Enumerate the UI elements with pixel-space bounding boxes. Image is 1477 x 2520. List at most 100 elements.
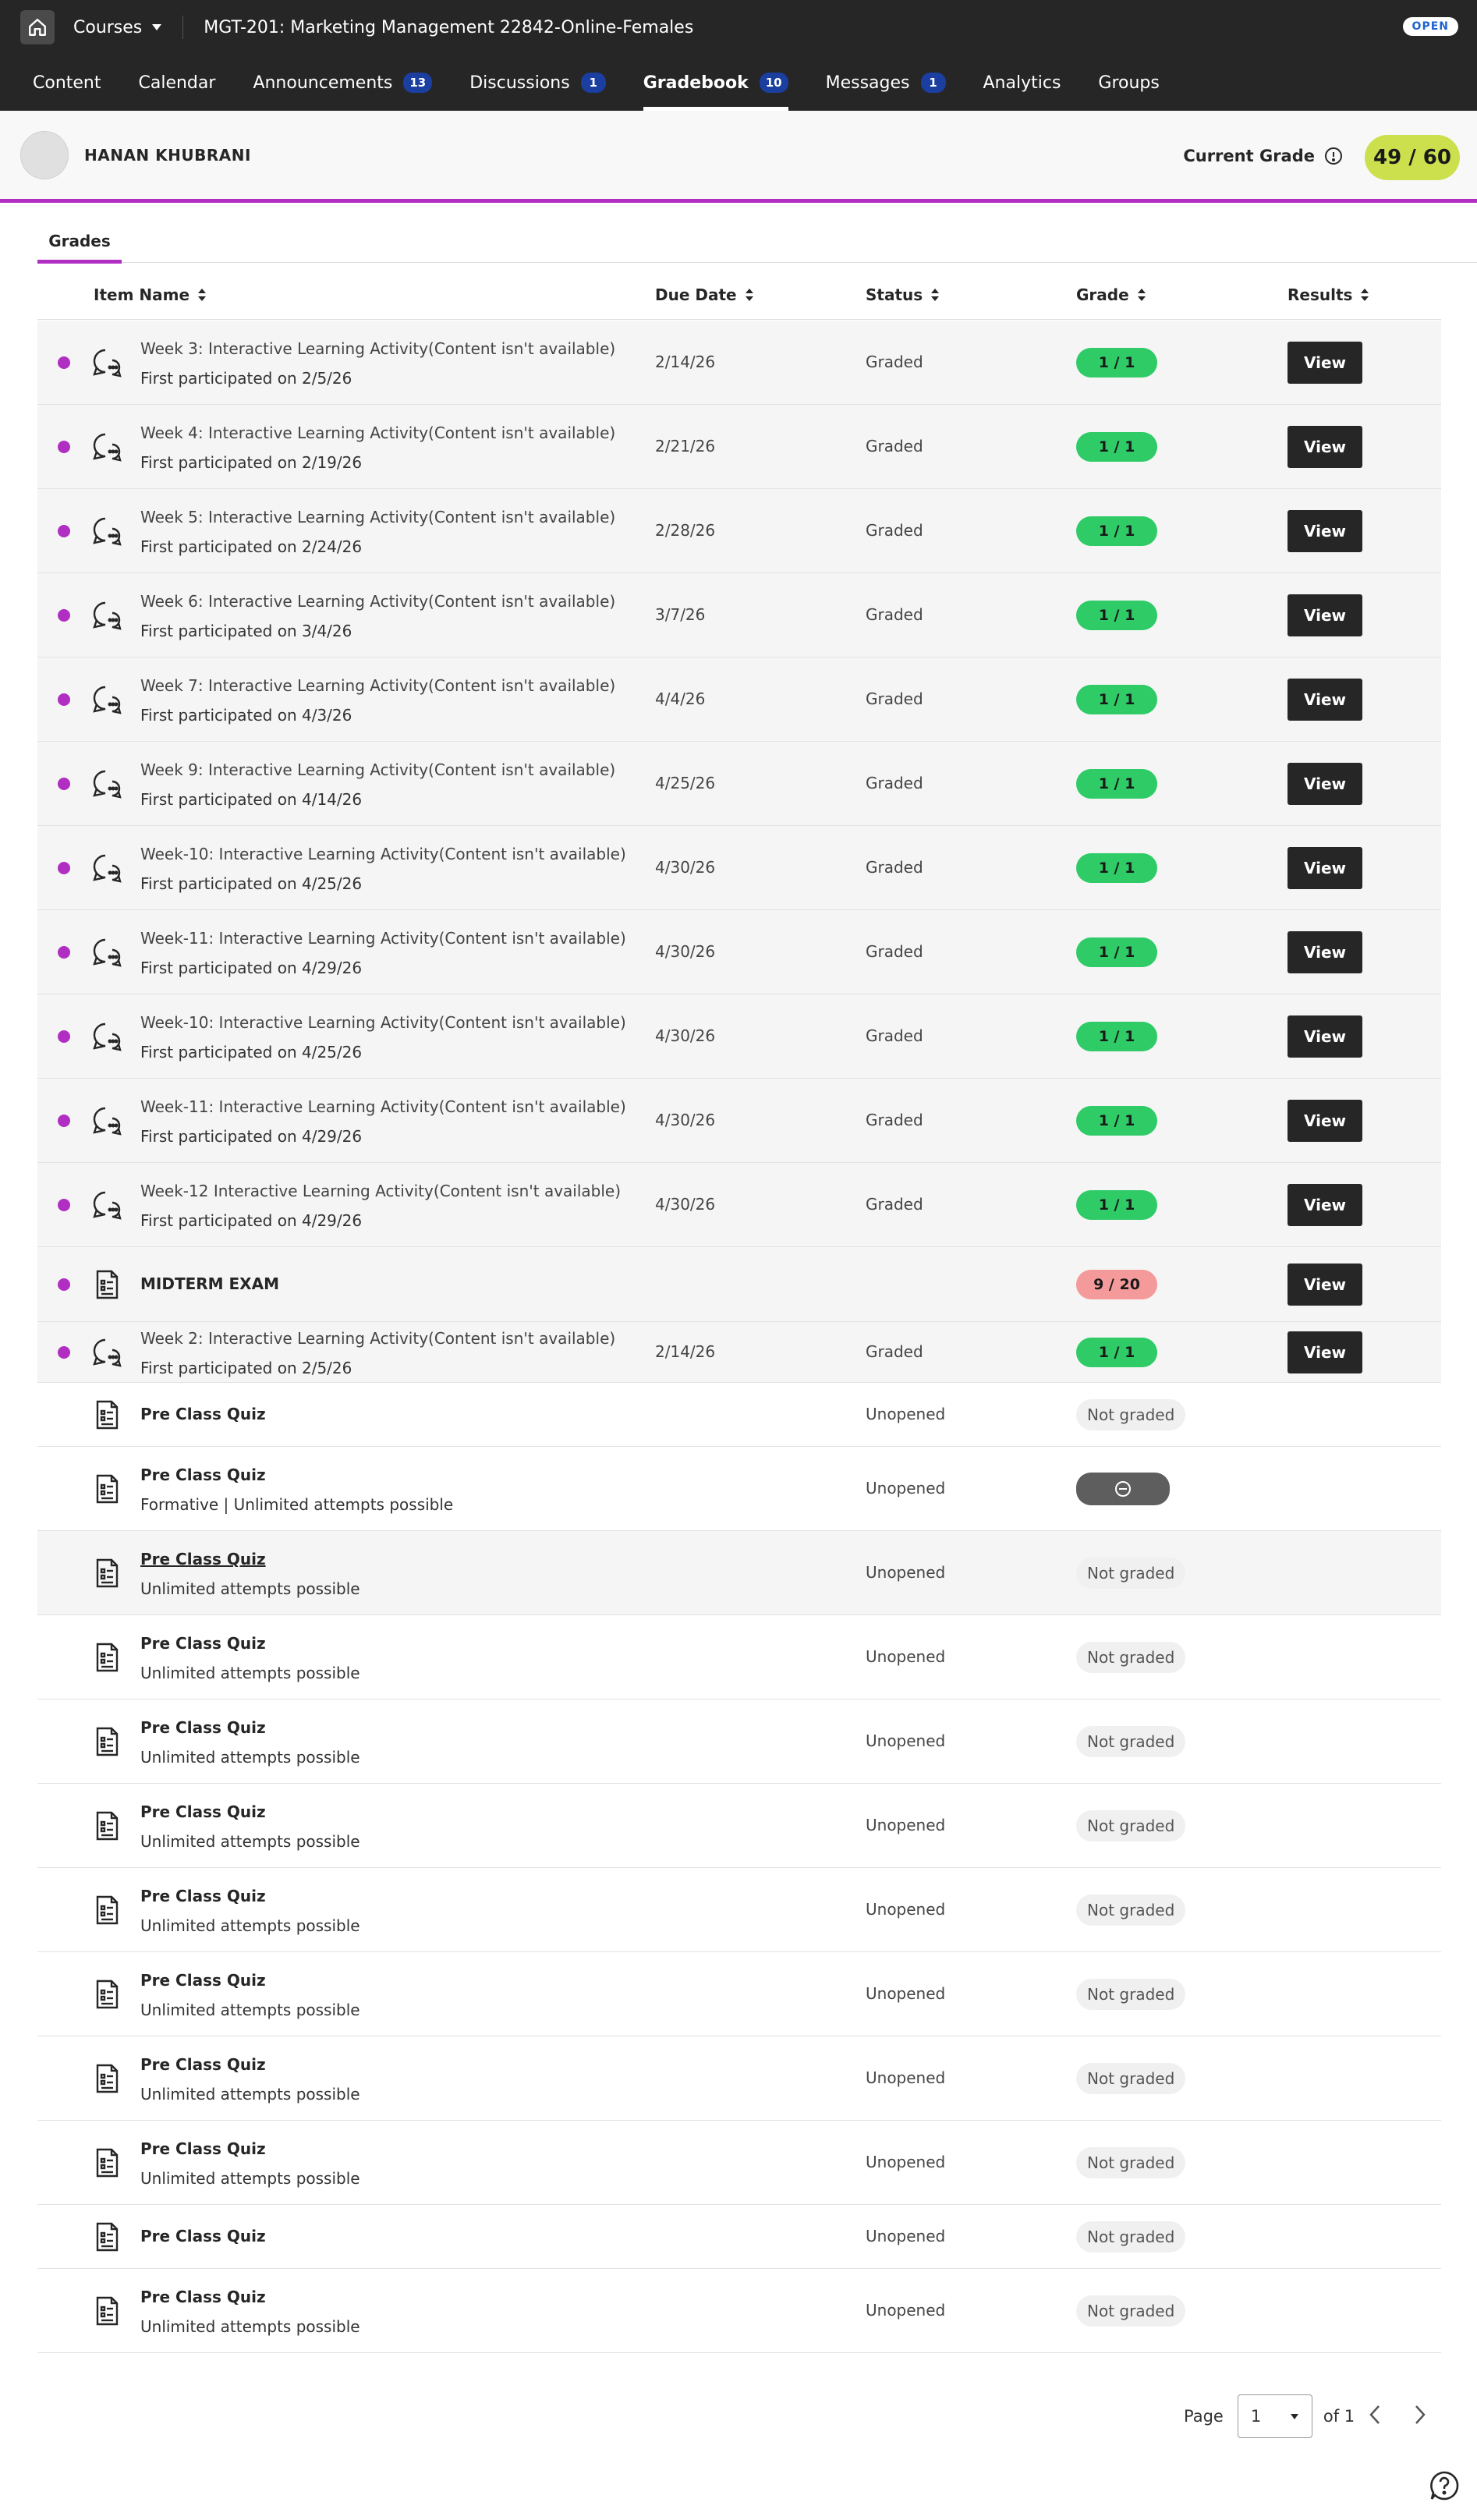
nav-item-messages[interactable]: Messages 1 [826,55,946,111]
page-select[interactable]: 1 [1237,2394,1312,2438]
table-row: Week 7: Interactive Learning Activity(Co… [37,657,1441,742]
item-title-link[interactable]: Week 3: Interactive Learning Activity(Co… [140,339,615,358]
status-text: Graded [866,774,923,792]
due-date: 2/14/26 [655,353,716,371]
info-icon[interactable] [1324,147,1343,165]
column-header-grade[interactable]: Grade [1076,270,1146,320]
status-text: Unopened [866,1816,946,1834]
nav-item-analytics[interactable]: Analytics [983,55,1061,111]
column-header-item-name[interactable]: Item Name [94,270,207,320]
test-icon [90,1641,123,1674]
item-title-link[interactable]: Week 5: Interactive Learning Activity(Co… [140,508,615,526]
discussion-icon [90,515,123,548]
due-date: 2/14/26 [655,1342,716,1361]
status-text: Unopened [866,1563,946,1582]
view-button[interactable]: View [1288,847,1362,889]
grade-pill: 1 / 1 [1076,853,1157,883]
view-button[interactable]: View [1288,1184,1362,1226]
item-title-link[interactable]: Week-10: Interactive Learning Activity(C… [140,1013,626,1032]
column-header-results[interactable]: Results [1288,270,1369,320]
table-row: Week 5: Interactive Learning Activity(Co… [37,489,1441,573]
view-button[interactable]: View [1288,1264,1362,1306]
view-button[interactable]: View [1288,763,1362,805]
view-button[interactable]: View [1288,342,1362,384]
nav-item-content[interactable]: Content [33,55,101,111]
view-button[interactable]: View [1288,1331,1362,1373]
item-title-link[interactable]: Week-11: Interactive Learning Activity(C… [140,1097,626,1116]
status-text: Unopened [866,2301,946,2320]
view-button[interactable]: View [1288,426,1362,468]
view-button[interactable]: View [1288,1015,1362,1058]
sort-icon [198,289,207,301]
grade-not-graded: Not graded [1076,2295,1186,2327]
item-title-link[interactable]: Pre Class Quiz [140,1971,266,1990]
next-page-button[interactable] [1411,2404,1427,2426]
item-title-link[interactable]: Pre Class Quiz [140,1405,266,1423]
view-button[interactable]: View [1288,931,1362,973]
grade-pill: 1 / 1 [1076,685,1157,714]
item-title-link[interactable]: Week-11: Interactive Learning Activity(C… [140,929,626,948]
discussion-icon [90,431,123,463]
item-subtitle: Unlimited attempts possible [140,1748,360,1767]
count-badge: 1 [920,73,946,93]
table-row: MIDTERM EXAM 9 / 20 View [37,1247,1441,1322]
nav-item-groups[interactable]: Groups [1098,55,1159,111]
item-title-link[interactable]: Pre Class Quiz [140,1550,266,1568]
grade-not-graded: Not graded [1076,2221,1186,2252]
nav-item-discussions[interactable]: Discussions 1 [469,55,606,111]
view-button[interactable]: View [1288,1100,1362,1142]
item-title-link[interactable]: MIDTERM EXAM [140,1274,279,1293]
item-title-link[interactable]: Week 4: Interactive Learning Activity(Co… [140,424,615,442]
item-title-link[interactable]: Pre Class Quiz [140,1466,266,1484]
item-title-link[interactable]: Week 9: Interactive Learning Activity(Co… [140,760,615,779]
unread-dot [58,1030,70,1043]
item-subtitle: Unlimited attempts possible [140,2085,360,2104]
count-badge: 13 [403,73,433,93]
item-title-link[interactable]: Week 2: Interactive Learning Activity(Co… [140,1329,615,1348]
table-row: Week 9: Interactive Learning Activity(Co… [37,742,1441,826]
nav-item-announcements[interactable]: Announcements 13 [253,55,433,111]
table-row: Pre Class Quiz Formative | Unlimited atte… [37,1447,1441,1531]
student-header: HANAN KHUBRANI Current Grade 49 / 60 [0,111,1477,203]
status-text: Graded [866,1111,923,1129]
grade-pill: 1 / 1 [1076,1022,1157,1051]
column-header-due-date[interactable]: Due Date [655,270,754,320]
column-label: Results [1288,285,1353,304]
table-row: Week-10: Interactive Learning Activity(C… [37,826,1441,910]
item-title-link[interactable]: Pre Class Quiz [140,1634,266,1653]
item-title-link[interactable]: Pre Class Quiz [140,2139,266,2158]
help-button[interactable] [1429,2470,1460,2501]
courses-menu[interactable]: Courses [73,18,162,37]
view-button[interactable]: View [1288,510,1362,552]
count-badge: 10 [759,73,788,93]
view-button[interactable]: View [1288,679,1362,721]
item-title-link[interactable]: Pre Class Quiz [140,2227,266,2245]
status-text: Unopened [866,2227,946,2245]
grade-pill: 1 / 1 [1076,769,1157,799]
home-button[interactable] [20,10,55,44]
item-title-link[interactable]: Pre Class Quiz [140,1802,266,1821]
tab-grades[interactable]: Grades [37,218,122,264]
test-icon [90,1725,123,1758]
item-title-link[interactable]: Pre Class Quiz [140,2055,266,2074]
item-title-link[interactable]: Pre Class Quiz [140,2288,266,2306]
table-row: Pre Class Quiz Unlimited attempts possibl… [37,1784,1441,1868]
item-title-link[interactable]: Week 7: Interactive Learning Activity(Co… [140,676,615,695]
grade-pill: 1 / 1 [1076,1190,1157,1220]
item-subtitle: Unlimited attempts possible [140,1579,360,1598]
item-title-link[interactable]: Pre Class Quiz [140,1718,266,1737]
item-title-link[interactable]: Pre Class Quiz [140,1887,266,1905]
nav-item-gradebook[interactable]: Gradebook 10 [643,55,788,111]
item-subtitle: Unlimited attempts possible [140,1664,360,1682]
item-title-link[interactable]: Week-12 Interactive Learning Activity(Co… [140,1182,621,1200]
item-title-link[interactable]: Week-10: Interactive Learning Activity(C… [140,845,626,863]
nav-item-calendar[interactable]: Calendar [139,55,216,111]
discussion-icon [90,1336,123,1369]
previous-page-button[interactable] [1368,2404,1383,2426]
table-row: Week-11: Interactive Learning Activity(C… [37,1079,1441,1163]
column-header-status[interactable]: Status [866,270,940,320]
view-button[interactable]: View [1288,594,1362,636]
grade-not-graded: Not graded [1076,1399,1186,1430]
table-header: Item Name Due Date Status Grade Results [37,270,1441,320]
item-title-link[interactable]: Week 6: Interactive Learning Activity(Co… [140,592,615,611]
